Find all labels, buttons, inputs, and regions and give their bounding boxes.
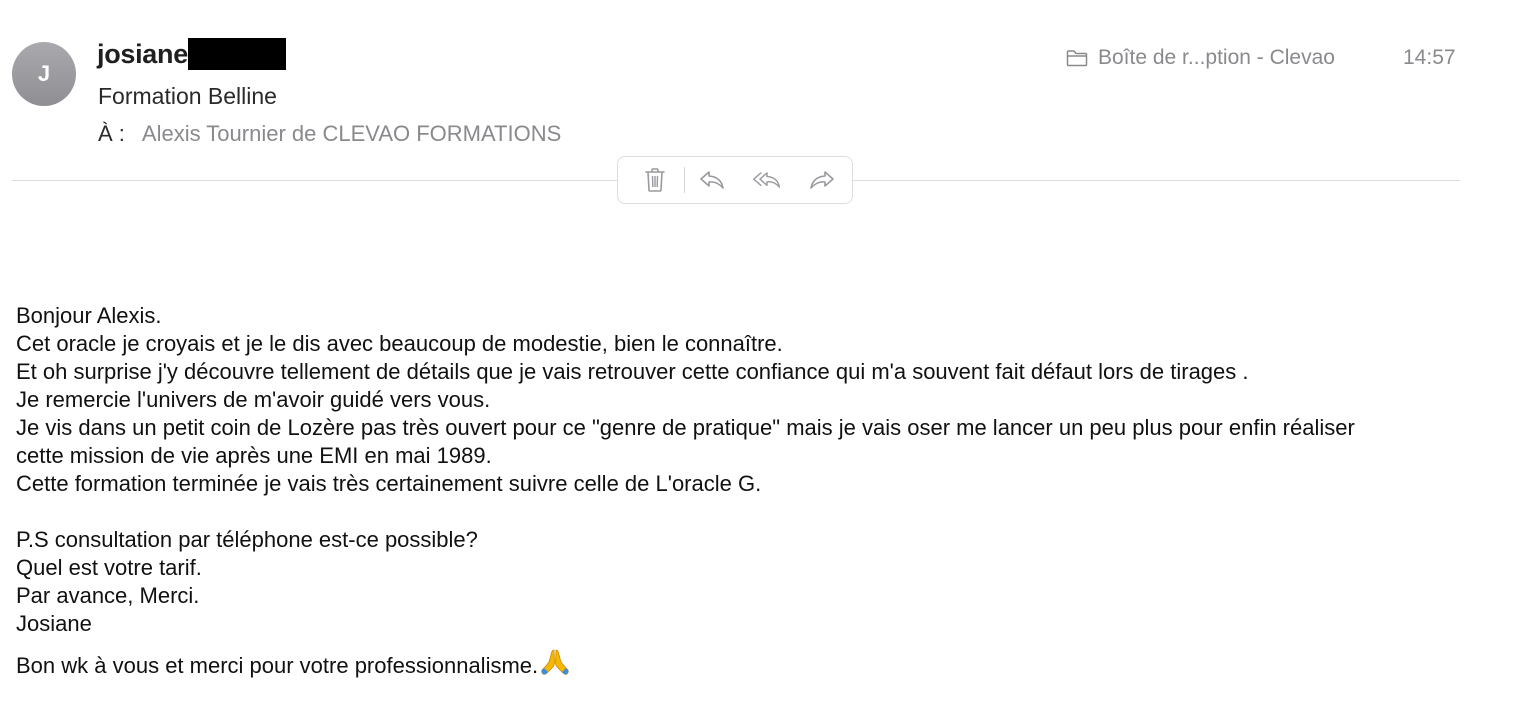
trash-icon — [645, 168, 665, 192]
body-line: cette mission de vie après une EMI en ma… — [16, 443, 492, 468]
redaction-box — [187, 38, 286, 70]
signature: Josiane — [16, 611, 92, 636]
avatar-initial: J — [37, 61, 51, 86]
body-line: Cette formation terminée je vais très ce… — [16, 471, 762, 496]
sender-name-row: josiane — [97, 38, 286, 70]
body-line: Par avance, Merci. — [16, 583, 200, 608]
recipient-name[interactable]: Alexis Tournier de CLEVAO FORMATIONS — [142, 121, 561, 147]
sender-avatar: J — [12, 42, 76, 106]
message-body: Bonjour Alexis. Cet oracle je croyais et… — [16, 302, 1496, 680]
closing-text: Bon wk à vous et merci pour votre profes… — [16, 653, 539, 678]
body-line: Je remercie l'univers de m'avoir guidé v… — [16, 387, 491, 412]
sender-name[interactable]: josiane — [97, 39, 188, 70]
mailbox-indicator[interactable]: Boîte de r...ption - Clevao — [1066, 46, 1335, 70]
to-label: À : — [98, 121, 125, 146]
email-subject: Formation Belline — [98, 83, 277, 109]
body-line: Je vis dans un petit coin de Lozère pas … — [16, 415, 1355, 440]
recipient-row: À : Alexis Tournier de CLEVAO FORMATIONS — [98, 121, 561, 147]
body-line: P.S consultation par téléphone est-ce po… — [16, 527, 478, 552]
body-line: Et oh surprise j'y découvre tellement de… — [16, 359, 1249, 384]
reply-button[interactable] — [697, 165, 727, 195]
forward-icon — [810, 171, 834, 189]
delete-button[interactable] — [640, 165, 670, 195]
message-toolbar — [617, 156, 853, 204]
body-line: Quel est votre tarif. — [16, 555, 202, 580]
toolbar-separator — [684, 167, 685, 193]
forward-button[interactable] — [807, 165, 837, 195]
reply-all-button[interactable] — [752, 165, 782, 195]
body-line: Cet oracle je croyais et je le dis avec … — [16, 331, 783, 356]
praying-hands-icon — [541, 649, 569, 675]
reply-all-icon — [753, 172, 781, 188]
received-time: 14:57 — [1403, 46, 1456, 69]
reply-icon — [700, 171, 724, 189]
body-line: Bonjour Alexis. — [16, 303, 162, 328]
closing-line: Bon wk à vous et merci pour votre profes… — [16, 648, 1496, 680]
folder-icon — [1066, 50, 1088, 67]
mailbox-name: Boîte de r...ption - Clevao — [1098, 46, 1335, 69]
